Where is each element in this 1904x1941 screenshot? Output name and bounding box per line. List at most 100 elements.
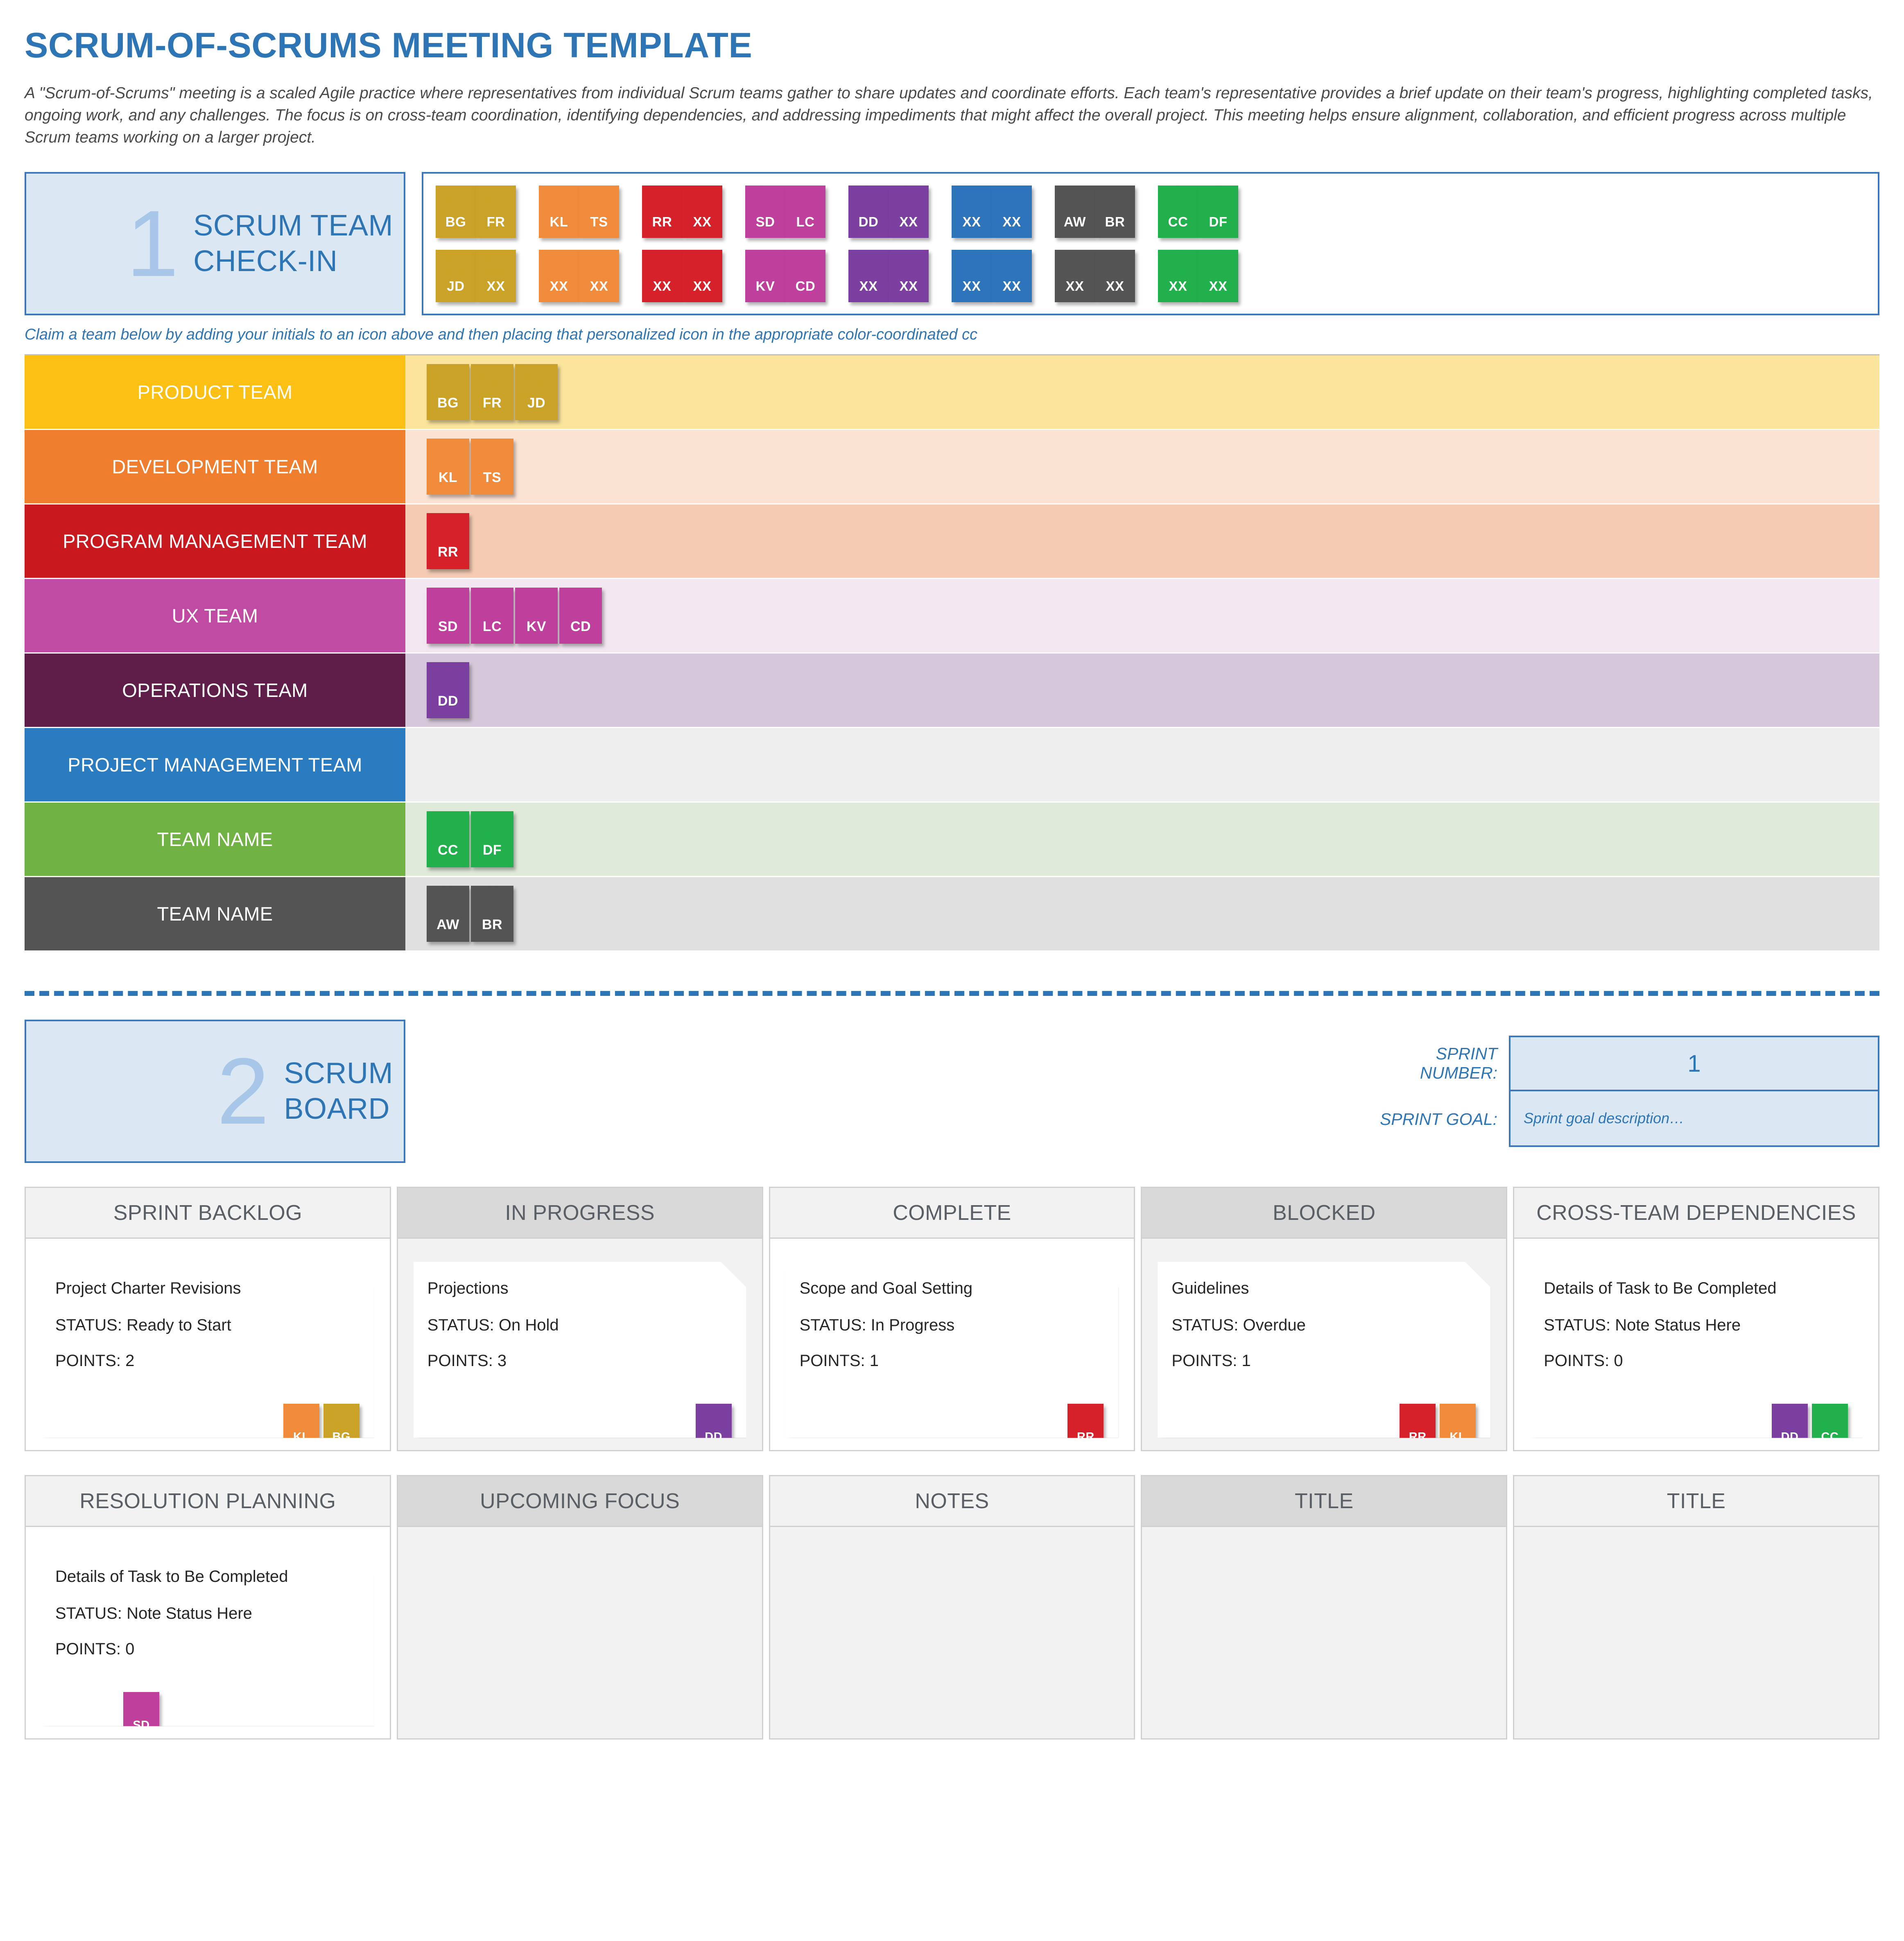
person-icon[interactable]: RR [642,185,682,238]
person-icon[interactable]: XX [992,249,1032,302]
person-icon[interactable]: AW [427,886,469,942]
task-card[interactable]: Scope and Goal Setting STATUS: In Progres… [786,1262,1119,1438]
palette-color-group: XX XX [952,249,1032,302]
person-icon[interactable]: RR [1400,1404,1436,1452]
person-icon[interactable]: SD [745,185,785,238]
person-icon[interactable]: SD [123,1692,159,1740]
person-icon[interactable]: XX [682,185,722,238]
sprint-number-input[interactable]: 1 [1509,1036,1879,1092]
palette-color-group: XX XX [1158,249,1238,302]
person-icon[interactable]: XX [952,185,992,238]
person-icon[interactable]: RR [1067,1404,1104,1452]
person-icon[interactable]: BR [1095,185,1135,238]
person-icon[interactable]: XX [848,249,889,302]
person-icon[interactable]: BG [323,1404,360,1452]
person-icon[interactable]: XX [952,249,992,302]
task-card-assignees[interactable]: DD [696,1404,732,1452]
person-body-icon: LC [785,206,825,238]
team-member-slots[interactable]: SD LC KV CD [405,579,1879,653]
person-icon[interactable]: TS [471,439,513,495]
team-member-slots[interactable]: KL TS [405,430,1879,504]
board-column-body[interactable] [770,1527,1134,1739]
board-column-body[interactable]: Project Charter Revisions STATUS: Ready t… [26,1239,390,1450]
board-column-body[interactable]: Guidelines STATUS: Overdue POINTS: 1 RR KL [1142,1239,1506,1450]
person-icon[interactable]: DD [848,185,889,238]
person-icon[interactable]: XX [1198,249,1238,302]
person-body-icon: XX [889,270,929,302]
person-icon[interactable]: JD [515,364,558,421]
person-icon[interactable]: XX [579,249,619,302]
team-member-slots[interactable] [405,728,1879,802]
person-initials: DD [705,1430,723,1444]
icon-palette[interactable]: BG FR KL TS RR XX SD LC DD XX XX XX AW BR CC DF JD XX XX X… [422,172,1879,316]
task-card[interactable]: Details of Task to Be Completed STATUS: N… [41,1550,374,1726]
person-icon[interactable]: BR [471,886,513,942]
task-card-assignees[interactable]: RR [1067,1404,1104,1452]
person-icon[interactable]: XX [642,249,682,302]
person-icon[interactable]: XX [1055,249,1095,302]
person-icon[interactable]: LC [785,185,825,238]
board-column-body[interactable]: Scope and Goal Setting STATUS: In Progres… [770,1239,1134,1450]
person-initials: KL [438,470,458,486]
person-icon[interactable]: CC [427,811,469,868]
person-icon[interactable]: CC [1158,185,1198,238]
task-card-assignees[interactable]: DD CC [1772,1404,1848,1452]
person-icon[interactable]: FR [471,364,513,421]
task-card[interactable]: Projections STATUS: On Hold POINTS: 3 DD [414,1262,746,1438]
person-icon[interactable]: KV [745,249,785,302]
person-icon[interactable]: DF [471,811,513,868]
team-member-slots[interactable]: RR [405,504,1879,578]
task-card-assignees[interactable]: KL BG [283,1404,360,1452]
person-icon[interactable]: XX [682,249,722,302]
person-icon[interactable]: CD [559,588,602,644]
team-member-slots[interactable]: DD [405,654,1879,727]
board-column-body[interactable]: Details of Task to Be Completed STATUS: N… [26,1527,390,1738]
icon-palette-row-2[interactable]: JD XX XX XX XX XX KV CD XX XX XX XX XX XX XX XX [436,244,1866,308]
board-column-body[interactable] [398,1527,762,1739]
team-member-slots[interactable]: AW BR [405,877,1879,951]
person-icon[interactable]: FR [476,185,516,238]
person-icon[interactable]: SD [427,588,469,644]
task-card-assignees[interactable]: SD [123,1692,159,1740]
task-card[interactable]: Guidelines STATUS: Overdue POINTS: 1 RR KL [1158,1262,1490,1438]
person-icon[interactable]: KL [283,1404,319,1452]
board-column-body[interactable] [1514,1527,1878,1739]
person-icon[interactable]: KV [515,588,558,644]
person-icon[interactable]: BG [436,185,476,238]
person-icon[interactable]: KL [427,439,469,495]
person-icon[interactable]: CD [785,249,825,302]
person-icon[interactable]: XX [1095,249,1135,302]
person-body-icon: XX [682,270,722,302]
person-icon[interactable]: CC [1812,1404,1848,1452]
person-icon[interactable]: XX [889,249,929,302]
person-icon[interactable]: XX [539,249,579,302]
person-icon[interactable]: XX [992,185,1032,238]
person-icon[interactable]: AW [1055,185,1095,238]
person-icon[interactable]: XX [476,249,516,302]
person-icon[interactable]: LC [471,588,513,644]
task-card[interactable]: Project Charter Revisions STATUS: Ready t… [41,1262,374,1438]
person-icon[interactable]: BG [427,364,469,421]
person-icon[interactable]: DD [1772,1404,1808,1452]
sprint-goal-input[interactable]: Sprint goal description… [1509,1091,1879,1147]
team-member-slots[interactable]: BG FR JD [405,355,1879,429]
task-card[interactable]: Details of Task to Be Completed STATUS: N… [1530,1262,1863,1438]
person-icon[interactable]: KL [539,185,579,238]
team-member-slots[interactable]: CC DF [405,803,1879,876]
task-card-assignees[interactable]: RR KL [1400,1404,1476,1452]
person-icon[interactable]: DF [1198,185,1238,238]
person-icon[interactable]: RR [427,513,469,570]
person-icon[interactable]: XX [889,185,929,238]
board-column-body[interactable] [1142,1527,1506,1739]
person-icon[interactable]: JD [436,249,476,302]
scrum-board-top: SPRINT BACKLOG Project Charter Revisions S… [25,1187,1879,1451]
person-icon[interactable]: TS [579,185,619,238]
icon-palette-row-1[interactable]: BG FR KL TS RR XX SD LC DD XX XX XX AW BR CC DF [436,179,1866,244]
palette-color-group: XX XX [952,185,1032,238]
board-column-body[interactable]: Details of Task to Be Completed STATUS: N… [1514,1239,1878,1450]
person-icon[interactable]: XX [1158,249,1198,302]
board-column-body[interactable]: Projections STATUS: On Hold POINTS: 3 DD [398,1239,762,1450]
person-icon[interactable]: DD [427,662,469,719]
person-icon[interactable]: KL [1440,1404,1476,1452]
person-icon[interactable]: DD [696,1404,732,1452]
